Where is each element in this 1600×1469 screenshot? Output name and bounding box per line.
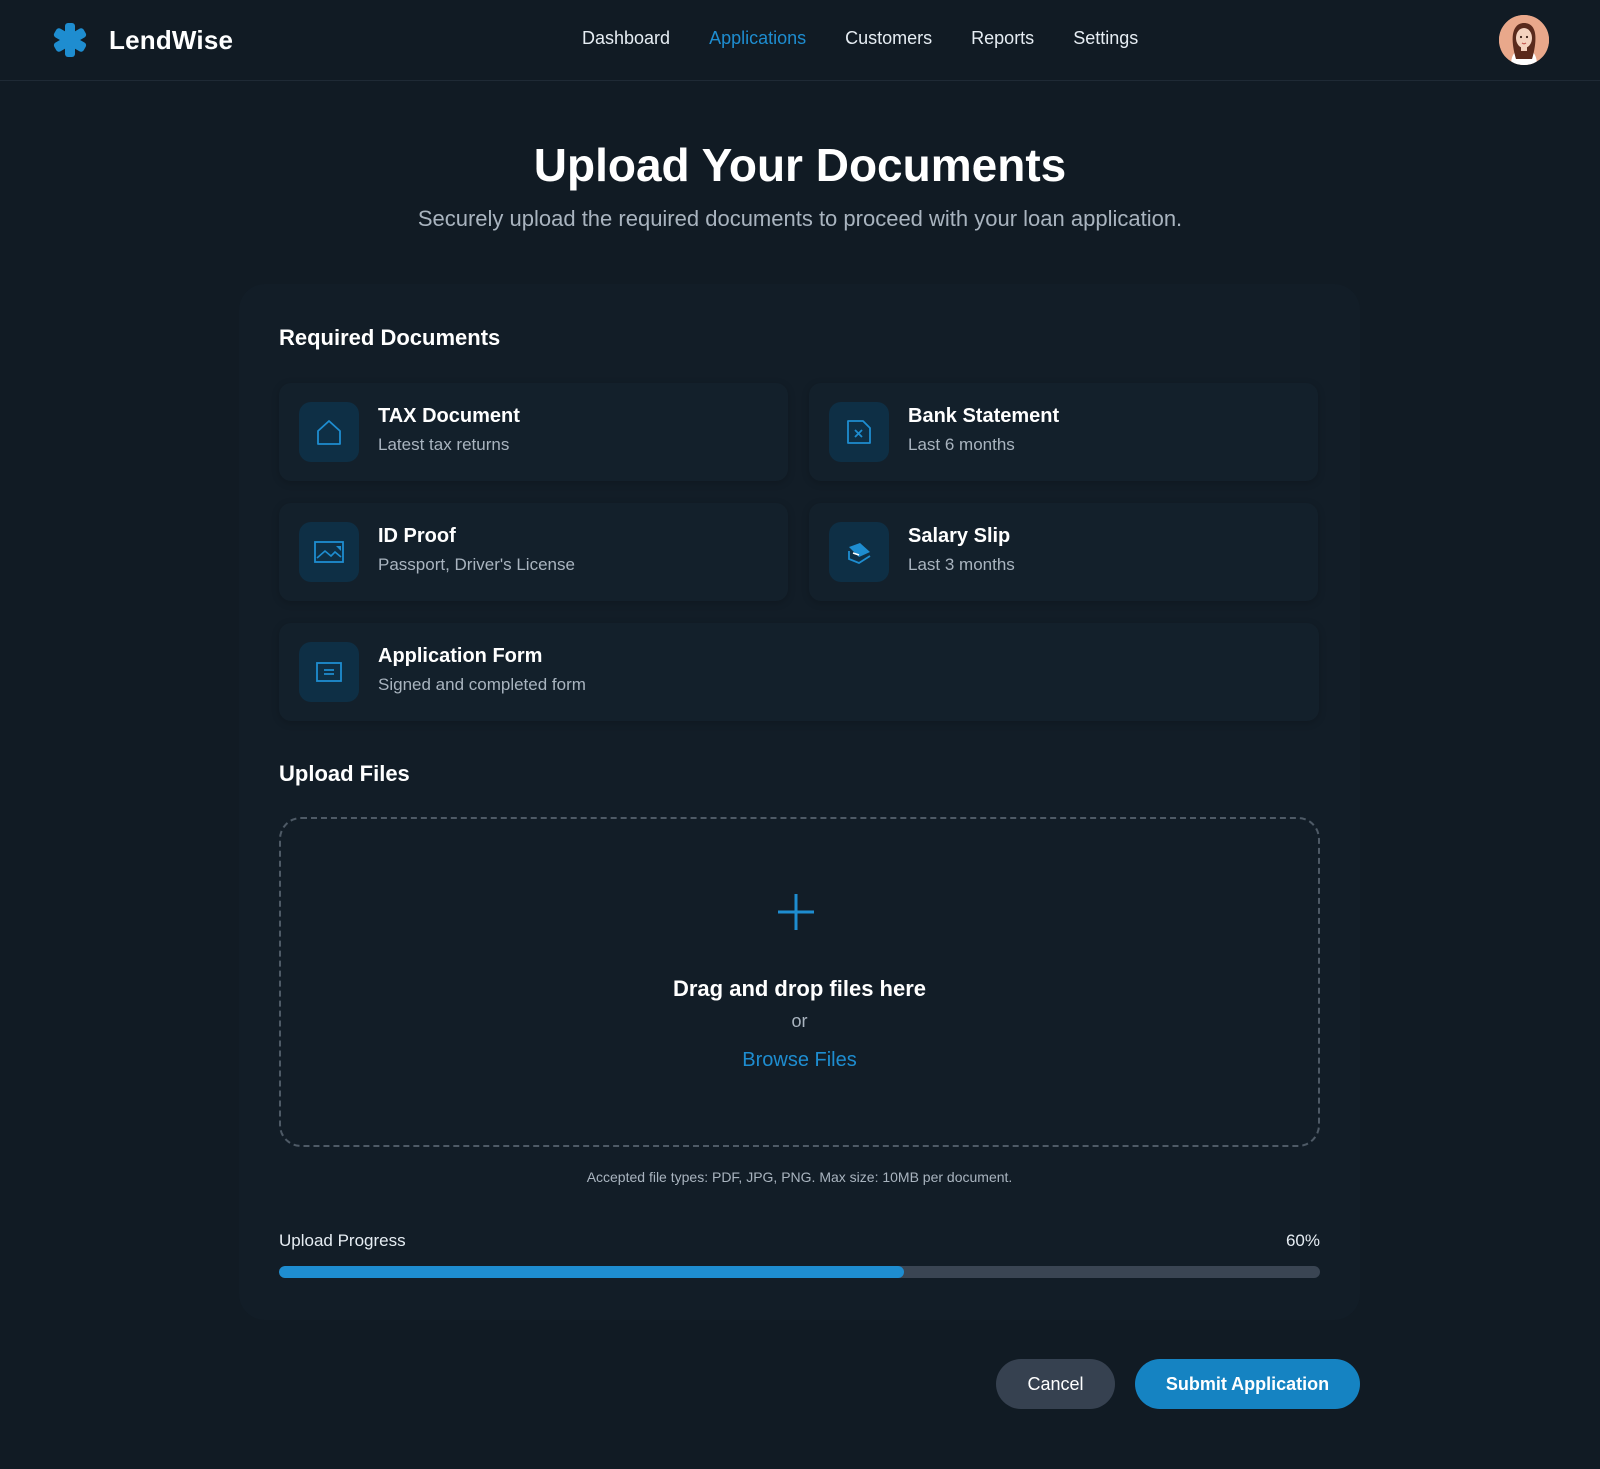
doc-name: Bank Statement [908, 405, 1060, 427]
brand[interactable]: LendWise [52, 22, 233, 58]
doc-description: Last 3 months [908, 555, 1015, 574]
required-documents-title: Required Documents [279, 325, 501, 350]
cancel-button[interactable]: Cancel [996, 1359, 1115, 1409]
doc-name: TAX Document [378, 405, 520, 427]
nav-item-customers[interactable]: Customers [845, 28, 932, 49]
dropzone-or: or [791, 1011, 808, 1031]
asterisk-icon [53, 23, 87, 57]
doc-description: Passport, Driver's License [378, 555, 575, 574]
dropzone-text: Drag and drop files here [672, 976, 927, 1001]
browse-files-link[interactable]: Browse Files [281, 1049, 1318, 1072]
doc-item-bank-statement: Bank Statement Last 6 months [809, 383, 1318, 481]
upload-card: Required Documents TAX Document Latest t… [239, 284, 1360, 1320]
nav-item-dashboard[interactable]: Dashboard [582, 28, 670, 49]
upload-progress-fill [279, 1266, 904, 1278]
upload-files-title: Upload Files [279, 761, 410, 786]
doc-item-application-form: Application Form Signed and completed fo… [279, 623, 1319, 721]
statement-icon [829, 402, 889, 462]
upload-progress-label: Upload Progress [279, 1231, 406, 1250]
accepted-file-types: Accepted file types: PDF, JPG, PNG. Max … [586, 1169, 1013, 1185]
main-nav: Dashboard Applications Customers Reports… [582, 28, 1177, 49]
doc-name: Salary Slip [908, 525, 1011, 547]
id-card-icon [299, 522, 359, 582]
money-icon [829, 522, 889, 582]
page-title: Upload Your Documents [533, 139, 1067, 191]
doc-description: Signed and completed form [378, 675, 586, 694]
upload-progress-bar [279, 1266, 1320, 1278]
doc-item-salary-slip: Salary Slip Last 3 months [809, 503, 1318, 601]
doc-name: ID Proof [378, 525, 456, 547]
nav-item-settings[interactable]: Settings [1073, 28, 1138, 49]
plus-icon [778, 894, 814, 930]
top-navbar: LendWise Dashboard Applications Customer… [0, 0, 1600, 81]
doc-item-tax: TAX Document Latest tax returns [279, 383, 788, 481]
submit-application-button[interactable]: Submit Application [1135, 1359, 1360, 1409]
doc-description: Last 6 months [908, 435, 1015, 454]
nav-item-reports[interactable]: Reports [971, 28, 1034, 49]
house-icon [299, 402, 359, 462]
nav-item-applications[interactable]: Applications [709, 28, 806, 49]
brand-name: LendWise [109, 24, 234, 55]
doc-name: Application Form [378, 645, 543, 667]
doc-description: Latest tax returns [378, 435, 510, 454]
user-avatar[interactable] [1499, 15, 1549, 65]
page-subtitle: Securely upload the required documents t… [417, 206, 1183, 231]
doc-item-id-proof: ID Proof Passport, Driver's License [279, 503, 788, 601]
upload-progress-value: 60% [1285, 1231, 1320, 1250]
file-dropzone[interactable]: Drag and drop files here or Browse Files [279, 817, 1320, 1147]
avatar-portrait-icon [1499, 15, 1549, 65]
form-icon [299, 642, 359, 702]
